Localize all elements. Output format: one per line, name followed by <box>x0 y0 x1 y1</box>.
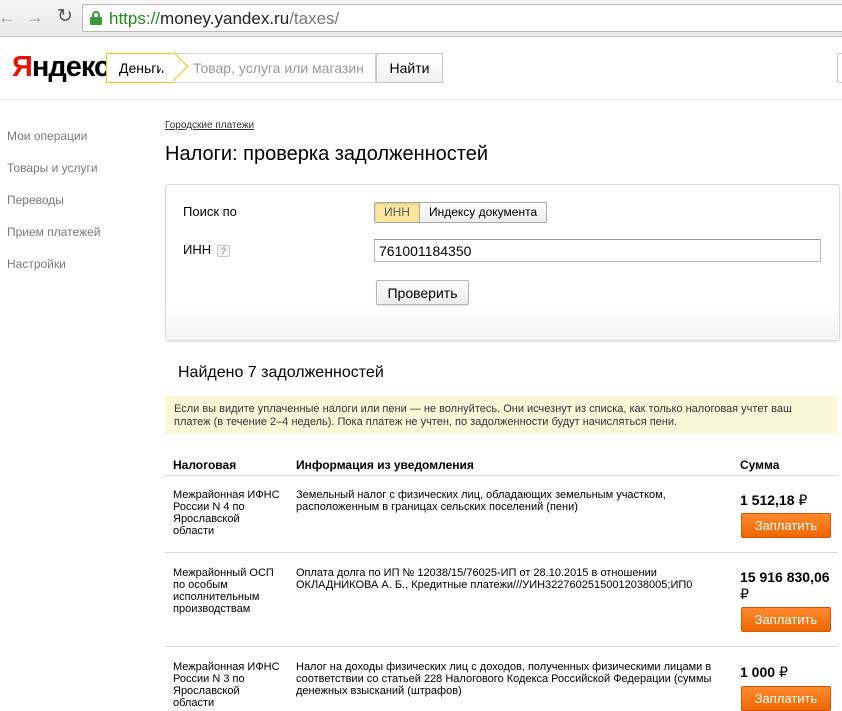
option-document-index[interactable]: Индексу документа <box>419 203 547 222</box>
lock-icon <box>90 11 102 25</box>
row-amount: 15 916 830,06 ₽ <box>740 569 830 602</box>
url-scheme: https:// <box>109 9 161 28</box>
reload-icon[interactable]: ↻ <box>54 6 76 28</box>
sidebar-item-operations[interactable]: Мои операции <box>7 129 87 143</box>
inn-label: ИНН <box>183 242 212 257</box>
row-org: Межрайонная ИФНС России N 4 по Ярославск… <box>173 489 280 537</box>
pay-button[interactable]: Заплатить <box>741 513 831 538</box>
row-amount: 1 512,18 ₽ <box>740 492 808 508</box>
address-bar[interactable]: https://money.yandex.ru/taxes/ <box>82 4 842 32</box>
row-info: Налог на доходы физических лиц с доходов… <box>296 661 712 697</box>
column-header-org: Налоговая <box>173 458 237 472</box>
site-header: Яндекс Деньги Найти <box>0 37 842 100</box>
yandex-logo[interactable]: Яндекс <box>12 51 110 83</box>
search-box: Деньги <box>106 53 376 83</box>
help-icon[interactable]: ? <box>217 245 230 257</box>
sidebar-item-settings[interactable]: Настройки <box>7 257 66 271</box>
sidebar-item-transfers[interactable]: Переводы <box>7 193 64 207</box>
row-amount: 1 000 ₽ <box>740 664 788 680</box>
search-mode-toggle: ИНН Индексу документа <box>374 202 548 223</box>
browser-toolbar: ← → ↻ https://money.yandex.ru/taxes/ <box>0 0 842 37</box>
sidebar-item-goods-services[interactable]: Товары и услуги <box>7 161 98 175</box>
column-header-info: Информация из уведомления <box>296 458 474 472</box>
search-by-label: Поиск по <box>183 204 237 219</box>
row-info: Земельный налог с физических лиц, облада… <box>296 489 666 513</box>
row-org: Межрайонный ОСП по особым исполнительным… <box>173 567 274 615</box>
search-input[interactable] <box>193 54 375 82</box>
pay-button[interactable]: Заплатить <box>741 686 831 711</box>
info-notice: Если вы видите уплаченные налоги или пен… <box>165 396 838 434</box>
header-user-button[interactable] <box>837 53 842 83</box>
page-title: Налоги: проверка задолженностей <box>165 143 489 165</box>
pay-button[interactable]: Заплатить <box>741 607 831 632</box>
breadcrumb[interactable]: Городские платежи <box>165 120 254 131</box>
search-service-tag[interactable]: Деньги <box>106 53 175 83</box>
back-arrow-icon[interactable]: ← <box>0 6 18 28</box>
url-text[interactable]: https://money.yandex.ru/taxes/ <box>109 9 339 29</box>
url-path: /taxes/ <box>289 9 340 28</box>
check-button[interactable]: Проверить <box>376 280 469 305</box>
find-button[interactable]: Найти <box>376 53 443 83</box>
sidebar-item-payments-accept[interactable]: Прием платежей <box>7 225 100 239</box>
url-host: money.yandex.ru <box>160 9 290 28</box>
forward-arrow-icon[interactable]: → <box>24 6 46 28</box>
inn-input[interactable] <box>374 239 821 262</box>
column-header-amount: Сумма <box>740 458 780 472</box>
option-inn[interactable]: ИНН <box>375 203 420 222</box>
row-info: Оплата долга по ИП № 12038/15/76025-ИП о… <box>296 567 693 591</box>
row-org: Межрайонная ИФНС России N 3 по Ярославск… <box>173 661 280 709</box>
results-count: Найдено 7 задолженностей <box>178 364 384 381</box>
